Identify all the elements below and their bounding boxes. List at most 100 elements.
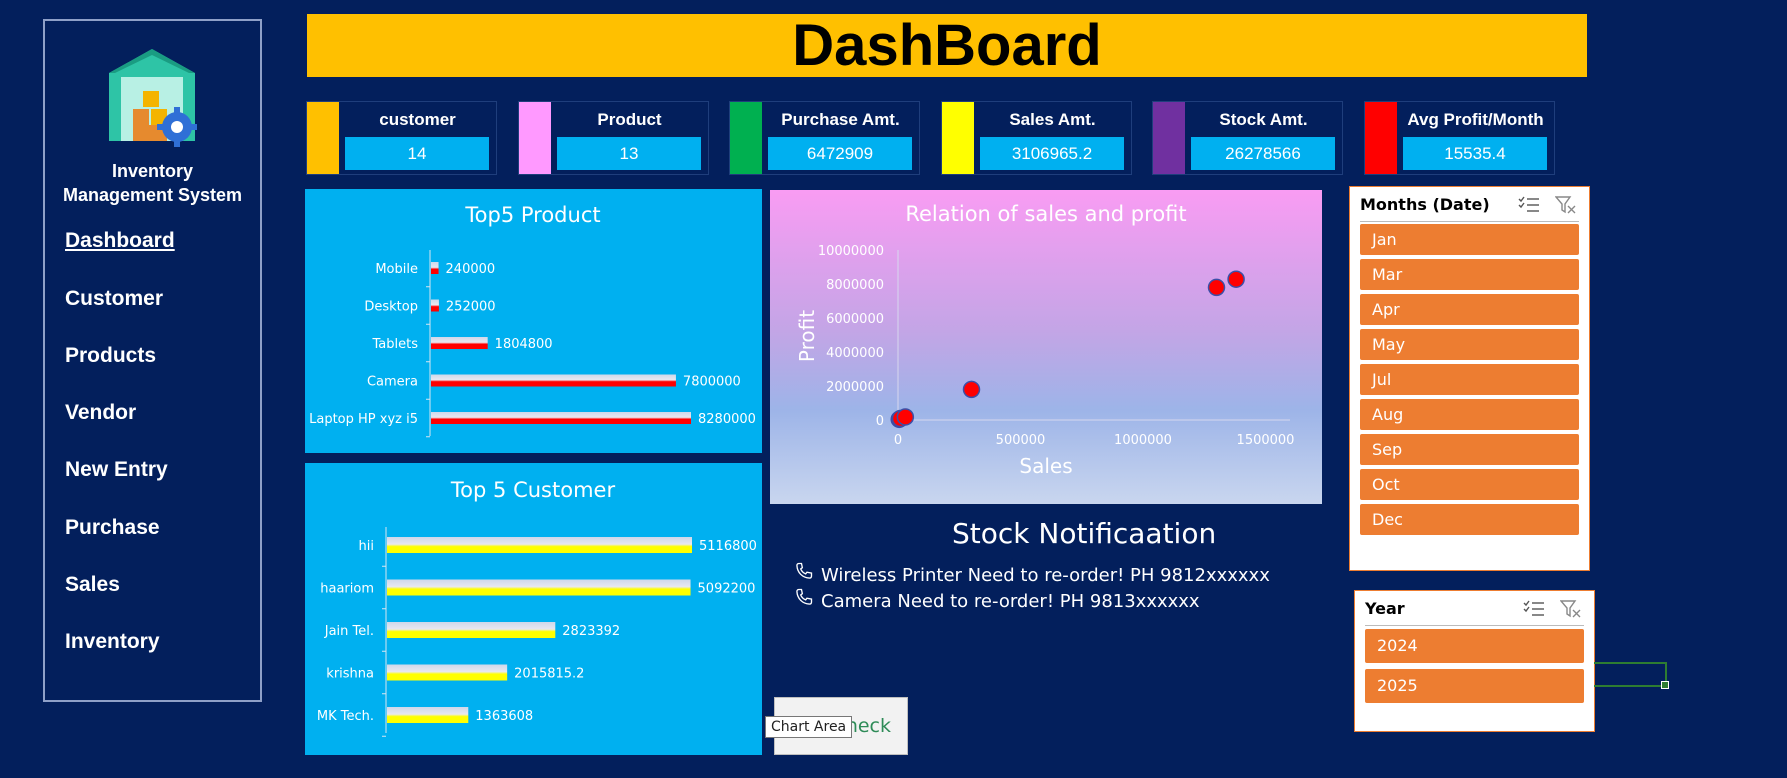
kpi-label: Stock Amt. [1219, 110, 1308, 129]
kpi-value: 13 [557, 137, 701, 170]
bar[interactable] [431, 337, 488, 349]
nav-sales[interactable]: Sales [65, 573, 120, 597]
kpi-swatch [307, 102, 339, 174]
category-label: krishna [326, 667, 374, 682]
stock-notification-line: Wireless Printer Need to re-order! PH 98… [793, 561, 1270, 586]
kpi-swatch [942, 102, 974, 174]
bar[interactable] [387, 707, 469, 723]
bar[interactable] [387, 579, 691, 596]
data-label: 5092200 [698, 582, 756, 597]
bar[interactable] [431, 262, 439, 274]
y-tick-label: 4000000 [826, 346, 884, 361]
clear-filter-icon[interactable] [1559, 599, 1582, 619]
nav-new-entry[interactable]: New Entry [65, 458, 168, 482]
y-tick-label: 2000000 [826, 380, 884, 395]
fill-handle[interactable] [1661, 681, 1669, 689]
sidebar: Inventory Management System Dashboard Cu… [43, 19, 262, 702]
category-label: Laptop HP xyz i5 [309, 412, 418, 427]
slicer-item-year[interactable]: 2024 [1365, 629, 1584, 663]
scatter-point[interactable] [962, 380, 981, 399]
slicer-item-month[interactable]: Sep [1360, 434, 1579, 465]
kpi-card-avg-profit: Avg Profit/Month 15535.4 [1364, 101, 1555, 175]
top5-product-chart[interactable]: Top5 Product Mobile 240000 Desktop 252000 Ta… [305, 189, 762, 453]
x-tick-label: 500000 [996, 433, 1046, 448]
data-label: 1363608 [475, 709, 533, 724]
app-title: Inventory Management System [45, 159, 260, 207]
kpi-card-stock: Stock Amt. 26278566 [1152, 101, 1343, 175]
y-tick-label: 0 [876, 414, 884, 429]
kpi-label: customer [379, 110, 456, 129]
data-label: 2823392 [562, 624, 620, 639]
slicer-icons [1517, 195, 1577, 220]
bar[interactable] [431, 412, 691, 424]
kpi-value: 14 [345, 137, 489, 170]
kpi-card-customer: customer 14 [306, 101, 497, 175]
bar[interactable] [431, 374, 676, 387]
kpi-swatch [519, 102, 551, 174]
kpi-label: Sales Amt. [1009, 110, 1096, 129]
y-tick-label: 8000000 [826, 278, 884, 293]
kpi-swatch [730, 102, 762, 174]
x-tick-label: 0 [894, 433, 902, 448]
chart-title: Top5 Product [464, 203, 600, 227]
nav-products[interactable]: Products [65, 344, 156, 368]
app-title-line1: Inventory [111, 161, 194, 181]
slicer-item-month[interactable]: Mar [1360, 259, 1579, 290]
kpi-label: Purchase Amt. [781, 110, 900, 129]
slicer-divider [1365, 625, 1584, 626]
slicer-item-month[interactable]: Oct [1360, 469, 1579, 500]
bar[interactable] [387, 537, 692, 553]
multi-select-icon[interactable] [1517, 195, 1541, 215]
top5-product-chart-svg: Top5 Product Mobile 240000 Desktop 252000 Ta… [309, 203, 756, 438]
scatter-point[interactable] [1207, 278, 1226, 297]
category-label: Desktop [364, 300, 418, 315]
slicer-item-month[interactable]: Apr [1360, 294, 1579, 325]
data-label: 5116800 [699, 539, 757, 554]
year-slicer[interactable]: Year 2024 2025 [1354, 590, 1595, 732]
nav-dashboard[interactable]: Dashboard [65, 229, 175, 253]
category-label: Tablets [372, 337, 419, 352]
category-label: haariom [320, 582, 374, 597]
selected-cell[interactable] [1594, 662, 1669, 689]
slicer-item-month[interactable]: Aug [1360, 399, 1579, 430]
clear-filter-icon[interactable] [1554, 195, 1577, 215]
slicer-item-month[interactable]: May [1360, 329, 1579, 360]
kpi-card-product: Product 13 [518, 101, 709, 175]
kpi-card-sales: Sales Amt. 3106965.2 [941, 101, 1132, 175]
months-slicer[interactable]: Months (Date) Jan Mar Apr May Jul Aug Se… [1349, 186, 1590, 571]
slicer-item-month[interactable]: Jul [1360, 364, 1579, 395]
sales-profit-scatter-chart[interactable]: Relation of sales and profit Sales Profi… [770, 190, 1322, 504]
bar[interactable] [431, 299, 439, 312]
kpi-swatch [1365, 102, 1397, 174]
dashboard-header: DashBoard [307, 14, 1587, 77]
slicer-item-year[interactable]: 2025 [1365, 669, 1584, 703]
nav-inventory[interactable]: Inventory [65, 630, 160, 654]
kpi-value: 3106965.2 [980, 137, 1124, 170]
nav-vendor[interactable]: Vendor [65, 401, 136, 425]
stock-notification-text: Wireless Printer Need to re-order! PH 98… [821, 565, 1270, 586]
kpi-card-purchase: Purchase Amt. 6472909 [729, 101, 920, 175]
nav-purchase[interactable]: Purchase [65, 516, 160, 540]
chart-title: Relation of sales and profit [905, 202, 1186, 226]
nav-customer[interactable]: Customer [65, 287, 163, 311]
bar[interactable] [387, 664, 508, 681]
slicer-item-month[interactable]: Jan [1360, 224, 1579, 255]
bar[interactable] [387, 622, 556, 638]
data-label: 240000 [446, 262, 496, 277]
phone-icon [796, 588, 813, 605]
kpi-label: Avg Profit/Month [1407, 110, 1544, 129]
slicer-item-month[interactable]: Dec [1360, 504, 1579, 535]
phone-icon [796, 562, 813, 579]
multi-select-icon[interactable] [1522, 599, 1546, 619]
data-label: 2015815.2 [514, 667, 584, 682]
category-label: Mobile [375, 262, 418, 277]
kpi-label: Product [597, 110, 662, 129]
slicer-title: Year [1365, 599, 1405, 618]
slicer-title: Months (Date) [1360, 195, 1490, 214]
warehouse-logo-icon [109, 49, 197, 147]
top5-customer-chart[interactable]: Top 5 Customer hii 5116800 haariom 5092200 J… [305, 463, 762, 755]
scatter-point[interactable] [896, 408, 915, 426]
slicer-icons [1522, 599, 1582, 624]
chart-area-tooltip: Chart Area [765, 716, 853, 738]
scatter-point[interactable] [1227, 270, 1245, 288]
